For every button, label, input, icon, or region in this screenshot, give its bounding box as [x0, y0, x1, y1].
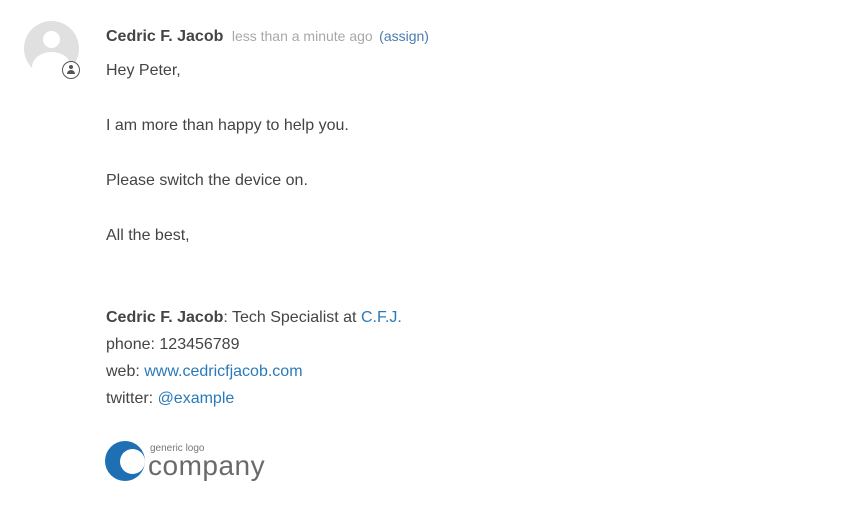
logo-ring-cutout [120, 449, 145, 474]
message-header: Cedric F. Jacob less than a minute ago (… [106, 26, 429, 47]
message-timestamp: less than a minute ago [231, 28, 373, 44]
web-link[interactable]: www.cedricfjacob.com [144, 363, 302, 380]
logo-big-text: company [148, 450, 266, 481]
avatar-head [43, 31, 60, 48]
signature-company-link[interactable]: C.F.J. [361, 309, 402, 326]
body-greeting: Hey Peter, [106, 62, 181, 79]
badge-body [66, 70, 75, 74]
assign-link[interactable]: (assign) [379, 28, 429, 44]
company-logo: generic logo company [104, 440, 284, 484]
body-line-2: Please switch the device on. [106, 172, 308, 189]
signature-title: : Tech Specialist at [223, 309, 361, 326]
signature-name-line: Cedric F. Jacob: Tech Specialist at C.F.… [106, 308, 402, 328]
body-closing: All the best, [106, 227, 190, 244]
twitter-label: twitter: [106, 390, 158, 407]
message-item: Cedric F. Jacob less than a minute ago (… [0, 0, 858, 519]
web-label: web: [106, 363, 145, 380]
user-circle-icon [62, 61, 80, 79]
author-name[interactable]: Cedric F. Jacob [106, 28, 223, 45]
signature-phone-line: phone: 123456789 [106, 335, 239, 355]
phone-label: phone: [106, 336, 160, 353]
signature-web-line: web: www.cedricfjacob.com [106, 362, 303, 382]
signature-name: Cedric F. Jacob [106, 309, 224, 326]
phone-value: 123456789 [159, 336, 240, 353]
body-line-1: I am more than happy to help you. [106, 117, 349, 134]
twitter-link[interactable]: @example [158, 390, 235, 407]
signature-twitter-line: twitter: @example [106, 389, 234, 409]
badge-head [68, 65, 73, 69]
